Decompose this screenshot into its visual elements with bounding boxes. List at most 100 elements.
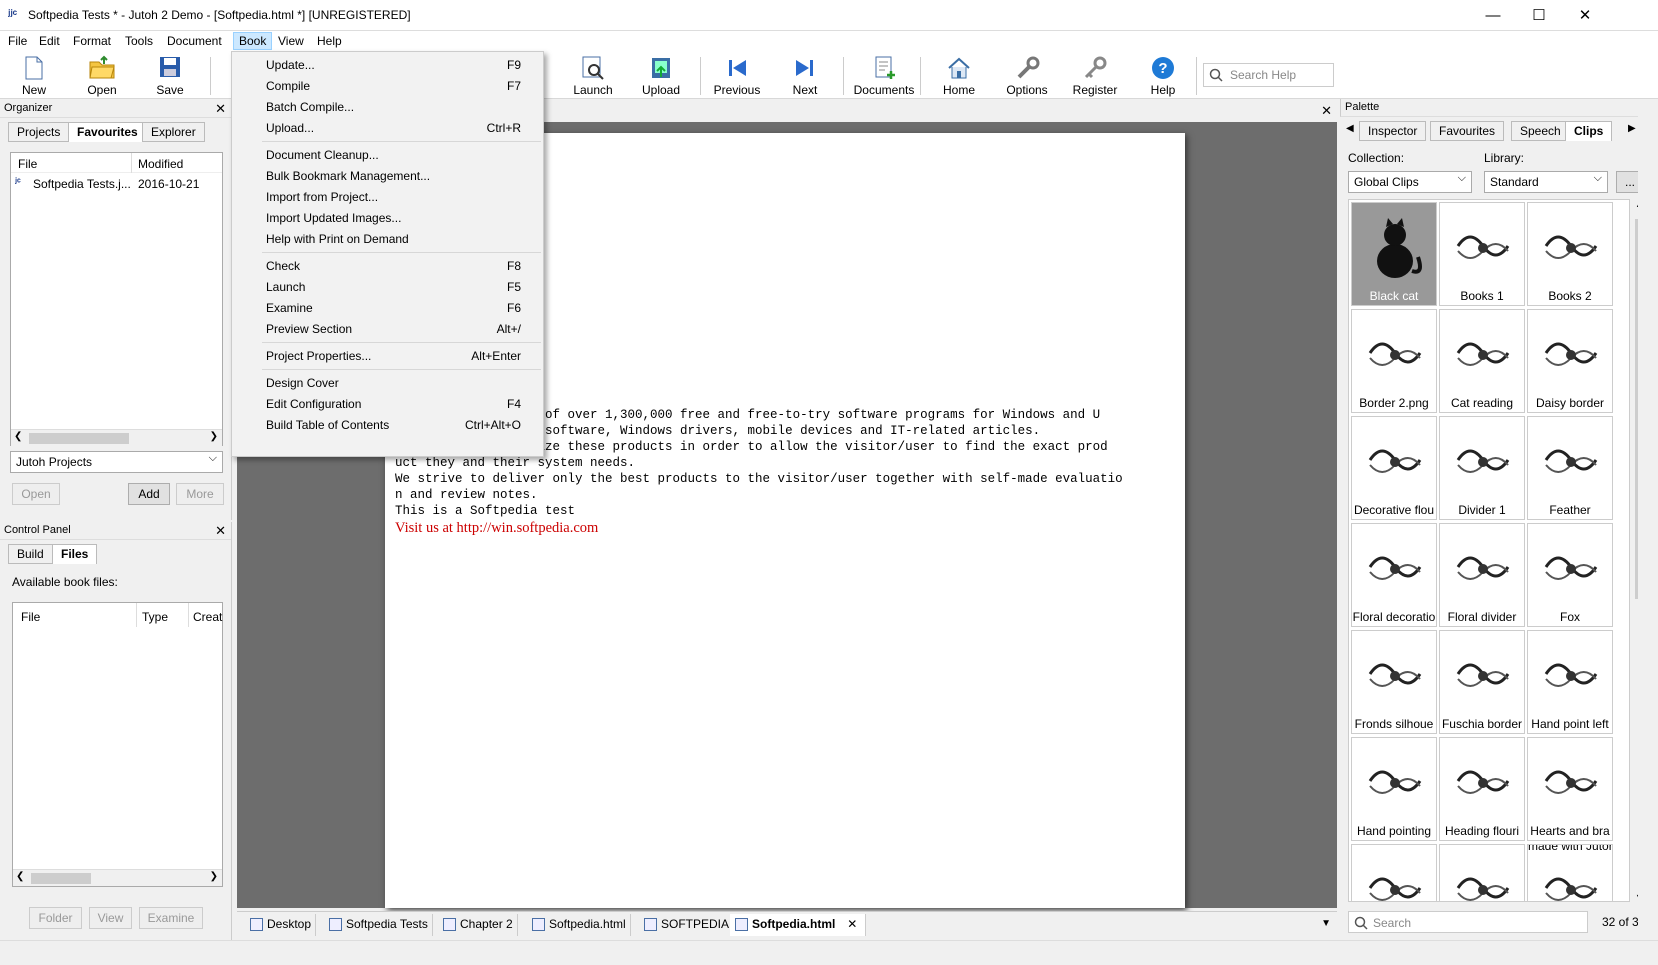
text-line[interactable]: uct they and their system needs. [395,456,635,470]
doc-tab-project[interactable]: Softpedia Tests [324,914,433,936]
open-button[interactable]: Open [72,54,132,98]
tab-favourites[interactable]: Favourites [68,122,147,142]
menu-item-upload[interactable]: Upload... [266,121,314,135]
tab-explorer[interactable]: Explorer [142,122,205,142]
column-file[interactable]: File [21,610,40,624]
clip-tile[interactable]: Books 2 [1527,202,1613,306]
favourites-list[interactable]: File Modified ʲᶜ Softpedia Tests.j... 20… [10,152,223,446]
column-file[interactable]: File [18,157,37,171]
menu-item-design-cover[interactable]: Design Cover [266,376,339,390]
close-tab-icon[interactable]: ✕ [847,917,857,931]
help-button[interactable]: ? Help [1133,54,1193,98]
maximize-button[interactable]: ☐ [1516,0,1562,31]
column-created[interactable]: Creat [193,610,222,624]
library-combo[interactable]: Standard [1484,171,1608,193]
new-button[interactable]: New [4,54,64,98]
doc-tab-desktop[interactable]: Desktop [245,914,317,936]
visit-link[interactable]: Visit us at http://win.softpedia.com [395,520,598,537]
search-help-input[interactable]: Search Help [1203,63,1334,87]
clips-search-input[interactable]: Search [1348,911,1588,933]
menu-tools[interactable]: Tools [120,33,158,49]
clip-tile[interactable] [1439,844,1525,902]
tab-favourites[interactable]: Favourites [1430,121,1505,141]
clip-tile[interactable]: Books 1 [1439,202,1525,306]
doc-tab-softpedia[interactable]: SOFTPEDIA [639,914,735,936]
text-line[interactable]: n and review notes. [395,488,538,502]
menu-document[interactable]: Document [162,33,227,49]
clip-tile[interactable]: Hand pointing [1351,737,1437,841]
horizontal-scrollbar[interactable]: ❮ ❯ [13,869,222,886]
clip-tile[interactable]: Fuschia border [1439,630,1525,734]
save-button[interactable]: Save [140,54,200,98]
column-type[interactable]: Type [142,610,168,624]
tab-speech[interactable]: Speech [1511,121,1570,141]
close-icon[interactable]: ✕ [215,101,226,117]
menu-item-launch[interactable]: Launch [266,280,305,294]
options-button[interactable]: Options [997,54,1057,98]
tab-clips[interactable]: Clips [1565,121,1613,141]
menu-item-compile[interactable]: Compile [266,79,310,93]
menu-book[interactable]: Book [233,32,273,50]
clip-tile[interactable] [1351,844,1437,902]
menu-help[interactable]: Help [312,33,347,49]
book-files-list[interactable]: File Type Creat ❮ ❯ [12,602,223,887]
menu-item-examine[interactable]: Examine [266,301,313,315]
clip-tile[interactable]: Fronds silhoue [1351,630,1437,734]
open-project-button[interactable]: Open [12,483,60,505]
clip-tile[interactable]: Floral decoratio [1351,523,1437,627]
upload-button[interactable]: Upload [631,54,691,98]
previous-button[interactable]: Previous [707,54,767,98]
clip-tile[interactable]: Hearts and bra [1527,737,1613,841]
collection-combo[interactable]: Global Clips [1348,171,1472,193]
clip-tile[interactable]: Border 2.png [1351,309,1437,413]
projects-combo[interactable]: Jutoh Projects [10,451,223,473]
clip-tile[interactable]: Heading flouri [1439,737,1525,841]
clip-tile[interactable]: Feather [1527,416,1613,520]
tab-build[interactable]: Build [8,544,53,564]
scroll-right-icon[interactable]: ❯ [210,431,218,442]
menu-item-preview-section[interactable]: Preview Section [266,322,352,336]
clip-tile[interactable]: made with Jutoh [1527,844,1613,902]
examine-button[interactable]: Examine [139,907,203,929]
text-line[interactable]: This is a Softpedia test [395,504,575,518]
close-icon[interactable]: ✕ [215,523,226,539]
menu-item-edit-configuration[interactable]: Edit Configuration [266,397,361,411]
menu-item-bulk-bookmark[interactable]: Bulk Bookmark Management... [266,169,430,183]
add-button[interactable]: Add [128,483,170,505]
menu-item-project-properties[interactable]: Project Properties... [266,349,371,363]
doc-tab-active[interactable]: Softpedia.html ✕ [730,914,867,936]
next-button[interactable]: Next [775,54,835,98]
scroll-right-icon[interactable]: ❯ [210,871,218,882]
menu-item-check[interactable]: Check [266,259,300,273]
folder-button[interactable]: Folder [29,907,82,929]
horizontal-scrollbar[interactable]: ❮ ❯ [11,429,222,446]
menu-item-import-updated-images[interactable]: Import Updated Images... [266,211,401,225]
menu-view[interactable]: View [273,33,309,49]
tab-inspector[interactable]: Inspector [1359,121,1427,141]
menu-item-print-on-demand[interactable]: Help with Print on Demand [266,232,409,246]
clip-tile[interactable]: Cat reading [1439,309,1525,413]
menu-item-import-from-project[interactable]: Import from Project... [266,190,378,204]
scroll-thumb[interactable] [31,873,91,884]
clip-tile[interactable]: Black cat [1351,202,1437,306]
register-button[interactable]: Register [1065,54,1125,98]
list-item[interactable]: ʲᶜ Softpedia Tests.j... 2016-10-21 [11,175,222,193]
menu-item-batch-compile[interactable]: Batch Compile... [266,100,354,114]
scroll-left-icon[interactable]: ❮ [16,871,24,882]
menu-item-document-cleanup[interactable]: Document Cleanup... [266,148,379,162]
clip-tile[interactable]: Floral divider [1439,523,1525,627]
documents-button[interactable]: Documents [853,54,915,98]
menu-file[interactable]: File [3,33,32,49]
close-window-button[interactable]: ✕ [1562,0,1608,31]
tab-projects[interactable]: Projects [8,122,70,142]
home-button[interactable]: Home [929,54,989,98]
column-modified[interactable]: Modified [138,157,183,171]
doc-tab-chapter2[interactable]: Chapter 2 [438,914,518,936]
scroll-thumb[interactable] [29,433,129,444]
launch-button[interactable]: Launch [563,54,623,98]
clip-tile[interactable]: Daisy border [1527,309,1613,413]
tab-list-dropdown-icon[interactable]: ▼ [1321,918,1331,929]
clip-tile[interactable]: Decorative flou [1351,416,1437,520]
scroll-left-icon[interactable]: ❮ [14,431,22,442]
view-button[interactable]: View [89,907,132,929]
